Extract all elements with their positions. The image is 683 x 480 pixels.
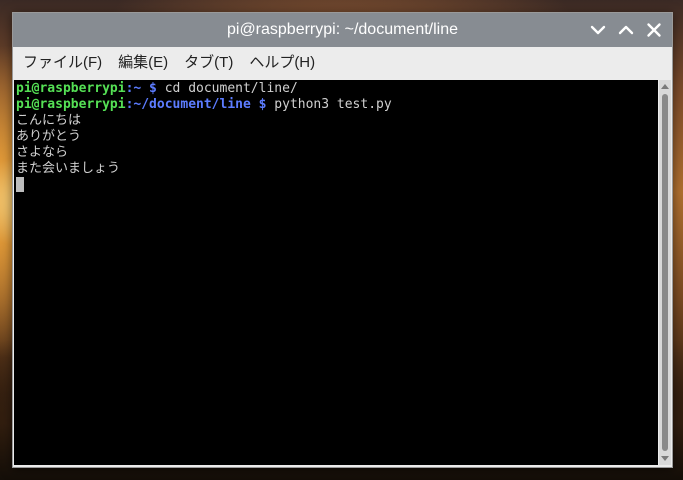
window-controls <box>588 13 664 47</box>
terminal-output[interactable]: pi@raspberrypi:~ $ cd document/line/ pi@… <box>14 80 658 465</box>
scroll-up-button[interactable] <box>659 80 671 92</box>
chevron-down-icon <box>590 25 606 35</box>
prompt-dollar: $ <box>250 97 267 112</box>
title-bar[interactable]: pi@raspberrypi: ~/document/line <box>13 13 672 47</box>
output-line: また会いましょう <box>16 161 121 176</box>
text-cursor <box>16 177 24 192</box>
menu-tabs[interactable]: タブ(T) <box>178 47 239 79</box>
cursor-line <box>16 177 656 193</box>
output-line: さよなら <box>16 145 69 160</box>
menu-edit[interactable]: 編集(E) <box>112 47 174 79</box>
terminal-window: pi@raspberrypi: ~/document/line ファイル(F) <box>12 12 673 468</box>
menu-help[interactable]: ヘルプ(H) <box>243 47 321 79</box>
prompt-user: pi@raspberrypi <box>16 81 126 96</box>
minimize-button[interactable] <box>588 20 608 40</box>
window-title: pi@raspberrypi: ~/document/line <box>226 21 459 38</box>
menu-file[interactable]: ファイル(F) <box>17 47 108 79</box>
terminal-line-cd: pi@raspberrypi:~ $ cd document/line/ <box>16 81 656 97</box>
prompt-dollar: $ <box>141 81 157 96</box>
prompt-user: pi@raspberrypi <box>16 97 126 112</box>
command-text: python3 test.py <box>266 97 392 112</box>
output-line: こんにちは <box>16 113 82 128</box>
close-icon <box>647 23 661 37</box>
arrow-down-icon <box>661 456 669 461</box>
scroll-down-button[interactable] <box>659 453 671 465</box>
close-button[interactable] <box>644 20 664 40</box>
maximize-button[interactable] <box>616 20 636 40</box>
prompt-path: ~/document/line <box>133 97 251 112</box>
menu-bar: ファイル(F) 編集(E) タブ(T) ヘルプ(H) <box>13 47 672 79</box>
terminal-line-python: pi@raspberrypi:~/document/line $ python3… <box>16 97 656 113</box>
arrow-up-icon <box>661 84 669 89</box>
chevron-up-icon <box>618 25 634 35</box>
output-line: ありがとう <box>16 129 82 144</box>
vertical-scrollbar[interactable] <box>659 80 671 465</box>
command-text: cd document/line/ <box>156 81 298 96</box>
scrollbar-thumb[interactable] <box>662 94 668 451</box>
